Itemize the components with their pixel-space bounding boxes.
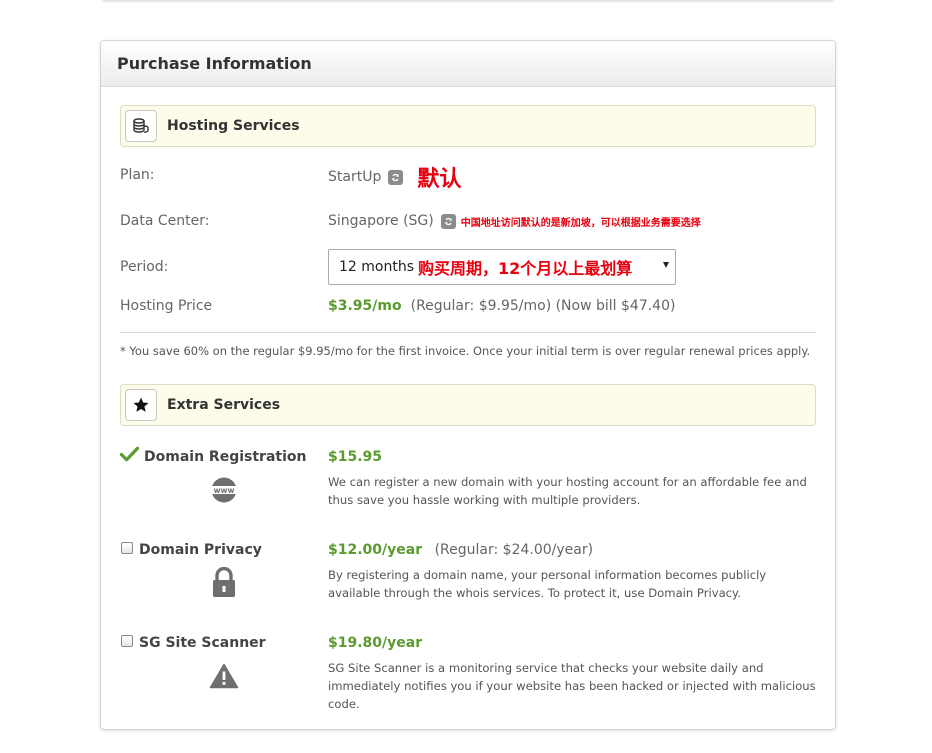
warning-triangle-icon xyxy=(209,663,239,689)
sg-site-scanner-price: $19.80/year xyxy=(328,635,423,651)
coins-stack-icon xyxy=(125,110,157,142)
divider xyxy=(120,332,816,333)
hosting-services-section: Hosting Services xyxy=(120,105,816,147)
panel-title: Purchase Information xyxy=(117,54,312,73)
period-select[interactable]: 12 months 购买周期，12个月以上最划算 xyxy=(328,249,676,285)
hosting-price-value: $3.95/mo xyxy=(328,298,402,314)
star-icon xyxy=(125,389,157,421)
data-center-label: Data Center: xyxy=(120,213,210,229)
domain-registration-description: We can register a new domain with your h… xyxy=(328,475,807,507)
domain-registration-price: $15.95 xyxy=(328,449,383,465)
domain-privacy-price: $12.00/year xyxy=(328,542,423,558)
sg-site-scanner-name: SG Site Scanner xyxy=(139,635,266,651)
data-center-value-row: Singapore (SG) 中国地址访问默认的是新加坡，可以根据业务需要选择 xyxy=(328,213,701,229)
data-center-value: Singapore (SG) xyxy=(328,213,434,229)
hosting-price-label: Hosting Price xyxy=(120,298,213,314)
www-globe-icon: www xyxy=(211,477,237,503)
refresh-icon xyxy=(444,217,452,225)
period-annotation: 购买周期，12个月以上最划算 xyxy=(418,259,633,278)
change-data-center-button[interactable] xyxy=(440,213,456,229)
domain-privacy-name: Domain Privacy xyxy=(139,542,262,558)
hosting-price-regular: (Regular: $9.95/mo) (Now bill $47.40) xyxy=(410,298,676,314)
panel-header: Purchase Information xyxy=(101,41,835,87)
domain-privacy-description: By registering a domain name, your perso… xyxy=(328,568,767,600)
sg-site-scanner-description: SG Site Scanner is a monitoring service … xyxy=(328,661,816,711)
extra-services-label: Extra Services xyxy=(167,397,281,413)
svg-text:www: www xyxy=(214,486,235,495)
dropdown-arrow-icon xyxy=(663,262,669,268)
plan-annotation: 默认 xyxy=(417,167,462,192)
extra-services-section: Extra Services xyxy=(120,384,816,426)
hosting-price-row: $3.95/mo (Regular: $9.95/mo) (Now bill $… xyxy=(328,298,675,314)
purchase-information-panel: Purchase Information Hosting Services Pl… xyxy=(100,40,836,730)
lock-icon xyxy=(213,567,235,597)
hosting-services-label: Hosting Services xyxy=(167,118,300,134)
data-center-annotation: 中国地址访问默认的是新加坡，可以根据业务需要选择 xyxy=(460,217,701,229)
plan-value: StartUp xyxy=(328,169,382,185)
period-label: Period: xyxy=(120,259,169,275)
plan-label: Plan: xyxy=(120,167,155,183)
period-selected-value: 12 months xyxy=(339,259,414,275)
domain-privacy-checkbox[interactable] xyxy=(121,542,133,554)
change-plan-button[interactable] xyxy=(388,169,404,185)
domain-registration-name: Domain Registration xyxy=(144,449,307,465)
domain-privacy-price-row: $12.00/year (Regular: $24.00/year) xyxy=(328,542,593,558)
savings-note: * You save 60% on the regular $9.95/mo f… xyxy=(120,344,811,358)
sg-site-scanner-checkbox[interactable] xyxy=(121,635,133,647)
domain-privacy-regular-price: (Regular: $24.00/year) xyxy=(434,542,594,558)
checkmark-icon[interactable] xyxy=(120,446,139,462)
plan-value-row: StartUp 默认 xyxy=(328,161,461,193)
refresh-icon xyxy=(392,173,400,181)
